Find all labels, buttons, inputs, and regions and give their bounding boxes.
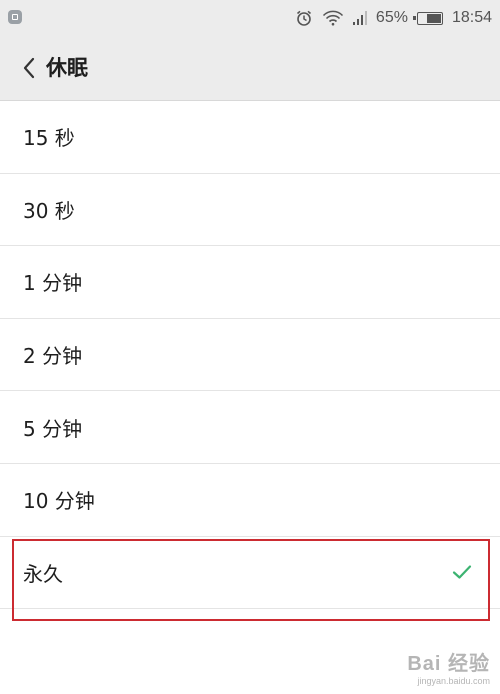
option-label: 30 秒 [23, 198, 75, 223]
app-header: 休眠 [0, 36, 500, 101]
option-5min[interactable]: 5 分钟 [0, 391, 500, 464]
chevron-left-icon [23, 57, 35, 79]
option-30s[interactable]: 30 秒 [0, 174, 500, 247]
option-label: 15 秒 [23, 126, 75, 151]
battery-percent: 65% [375, 9, 408, 26]
status-right: 65% 18:54 [286, 0, 500, 36]
wifi-icon [322, 10, 344, 26]
option-2min[interactable]: 2 分钟 [0, 319, 500, 392]
option-1min[interactable]: 1 分钟 [0, 246, 500, 319]
back-button[interactable] [14, 53, 44, 83]
alarm-icon [295, 9, 313, 27]
check-icon [452, 565, 472, 579]
option-15s[interactable]: 15 秒 [0, 101, 500, 174]
watermark-brand: Bai 经验 [407, 653, 490, 675]
watermark-domain: jingyan.baidu.com [417, 676, 490, 686]
status-bar: 65% 18:54 [0, 0, 500, 36]
clock-time: 18:54 [451, 9, 492, 26]
sleep-options-list: 15 秒 30 秒 1 分钟 2 分钟 5 分钟 10 分钟 永久 [0, 101, 500, 610]
option-label: 1 分钟 [23, 271, 83, 296]
notification-icon [8, 10, 22, 24]
option-label: 永久 [23, 561, 63, 586]
option-label: 2 分钟 [23, 344, 83, 369]
option-forever[interactable]: 永久 [0, 537, 500, 610]
option-10min[interactable]: 10 分钟 [0, 464, 500, 537]
signal-icon [352, 11, 367, 25]
option-label: 10 分钟 [23, 489, 95, 514]
battery-icon [412, 11, 443, 25]
watermark: Bai 经验 jingyan.baidu.com [407, 647, 490, 686]
page-title: 休眠 [46, 56, 88, 80]
option-label: 5 分钟 [23, 416, 83, 441]
